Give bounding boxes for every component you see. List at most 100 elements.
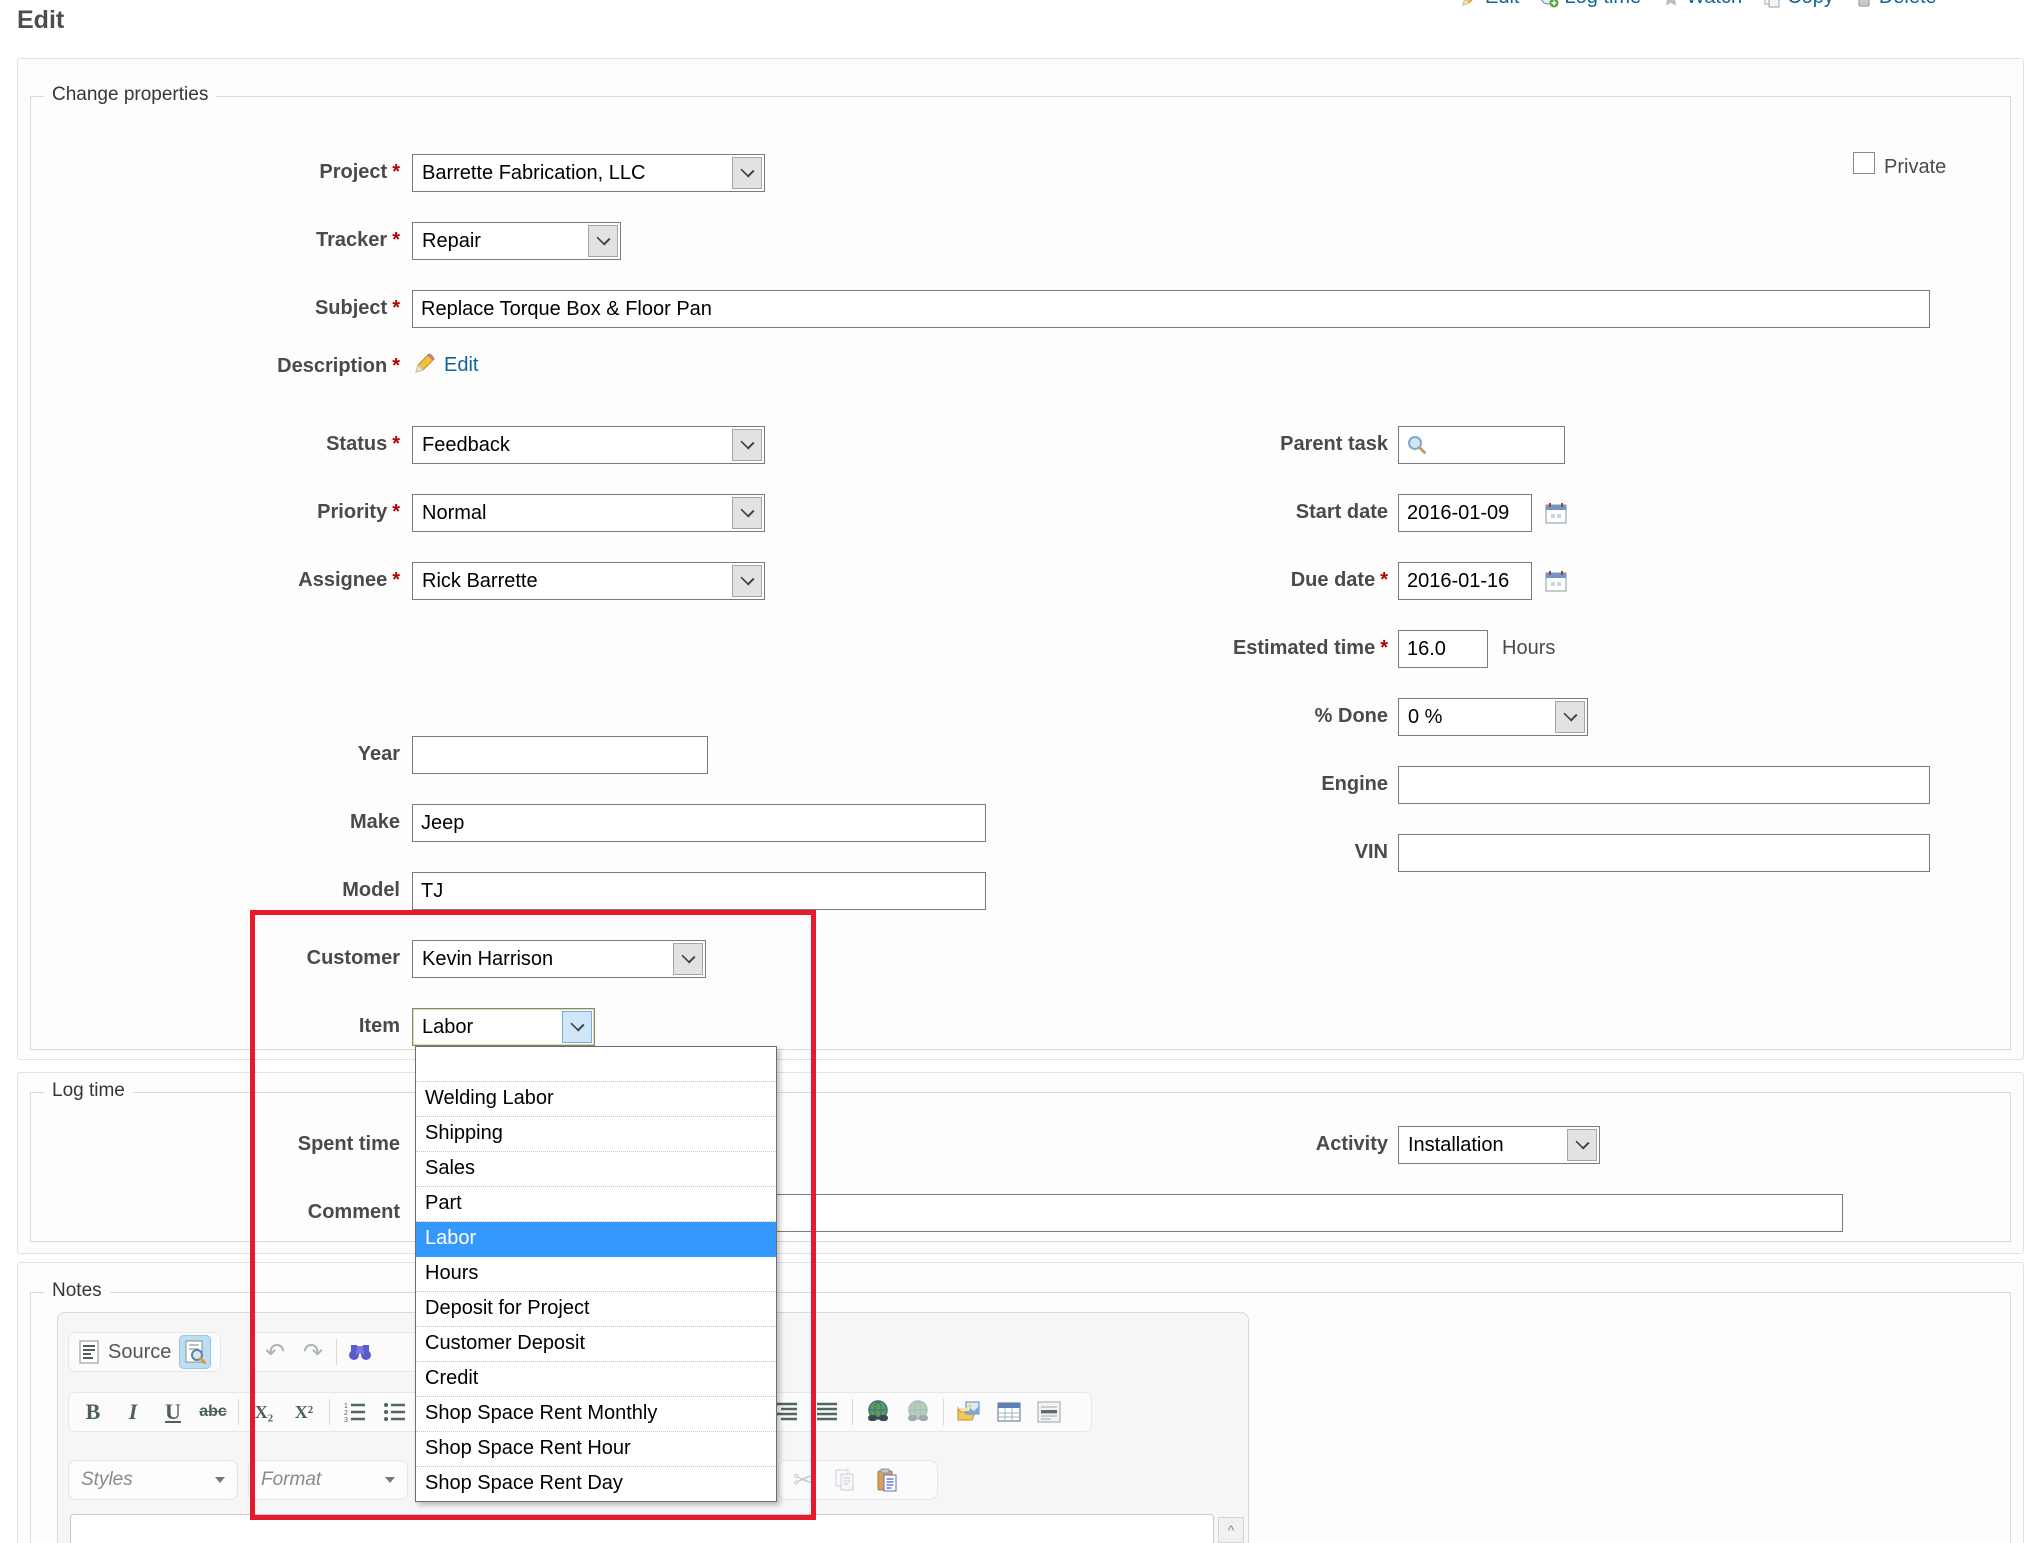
insert-table-button[interactable] — [994, 1396, 1024, 1428]
activity-select-value: Installation — [1399, 1134, 1504, 1157]
make-input[interactable] — [412, 804, 986, 842]
engine-input[interactable] — [1398, 766, 1930, 804]
scroll-up-arrow-icon: ^ — [1228, 1522, 1235, 1538]
copy-link-label: Copy — [1787, 0, 1834, 9]
edit-link-label: Edit — [1485, 0, 1519, 9]
tracker-select-value: Repair — [413, 230, 481, 253]
source-document-icon — [78, 1340, 100, 1364]
assignee-select-value: Rick Barrette — [413, 570, 538, 593]
subject-input[interactable] — [412, 290, 1930, 328]
estimated-time-unit: Hours — [1502, 637, 1555, 660]
percent-done-select[interactable]: 0 % — [1398, 698, 1588, 736]
search-icon — [1406, 434, 1428, 456]
context-toolbar: Edit Log time Watch Copy Delete — [1460, 0, 1937, 9]
activity-select[interactable]: Installation — [1398, 1126, 1600, 1164]
remove-link-button[interactable] — [903, 1396, 933, 1428]
copy-icon — [1762, 0, 1782, 8]
source-button[interactable]: Source — [108, 1341, 171, 1364]
description-label: Description* — [100, 355, 400, 378]
assignee-label: Assignee* — [100, 569, 400, 592]
calendar-icon[interactable] — [1545, 502, 1567, 524]
tracker-select[interactable]: Repair — [412, 222, 621, 260]
edit-link[interactable]: Edit — [1460, 0, 1519, 9]
chevron-down-icon — [732, 429, 762, 461]
project-select[interactable]: Barrette Fabrication, LLC — [412, 154, 765, 192]
chevron-down-icon — [732, 157, 762, 189]
log-time-legend: Log time — [44, 1080, 133, 1102]
triangle-down-icon — [215, 1477, 225, 1483]
preview-button[interactable] — [179, 1335, 211, 1369]
watch-link-label: Watch — [1686, 0, 1742, 9]
chevron-down-icon — [588, 225, 618, 257]
vin-label: VIN — [1088, 841, 1388, 864]
underline-button[interactable]: U — [158, 1396, 188, 1428]
editor-source-group: Source — [68, 1332, 221, 1372]
notes-legend: Notes — [44, 1280, 110, 1302]
insert-image-button[interactable] — [954, 1396, 984, 1428]
activity-label: Activity — [1088, 1133, 1388, 1156]
paste-button[interactable] — [872, 1464, 902, 1496]
link-icon — [865, 1400, 891, 1424]
model-label: Model — [100, 879, 400, 902]
star-icon — [1661, 0, 1681, 8]
toolbar-separator — [852, 1399, 853, 1425]
clock-add-icon — [1539, 0, 1559, 8]
scrollbar-up-button[interactable]: ^ — [1218, 1517, 1244, 1543]
copy-button[interactable] — [830, 1464, 860, 1496]
pencil-icon — [1460, 0, 1480, 8]
strikethrough-button[interactable]: abc — [198, 1396, 228, 1428]
private-checkbox[interactable] — [1853, 152, 1875, 174]
table-icon — [996, 1400, 1022, 1424]
annotation-highlight-rectangle — [250, 910, 816, 1520]
toolbar-separator — [238, 1399, 239, 1425]
image-icon — [956, 1400, 982, 1424]
tracker-label: Tracker* — [100, 229, 400, 252]
justify-block-button[interactable] — [812, 1396, 842, 1428]
italic-button[interactable]: I — [118, 1396, 148, 1428]
insert-link-button[interactable] — [863, 1396, 893, 1428]
parent-task-label: Parent task — [1088, 433, 1388, 456]
percent-done-label: % Done — [1088, 705, 1388, 728]
status-label: Status* — [100, 433, 400, 456]
chevron-down-icon — [732, 565, 762, 597]
copy-link[interactable]: Copy — [1762, 0, 1834, 9]
delete-link[interactable]: Delete — [1854, 0, 1937, 9]
log-time-link[interactable]: Log time — [1539, 0, 1641, 9]
calendar-icon[interactable] — [1545, 570, 1567, 592]
styles-dropdown[interactable]: Styles — [68, 1460, 238, 1500]
assignee-select[interactable]: Rick Barrette — [412, 562, 765, 600]
estimated-time-label: Estimated time* — [1088, 637, 1388, 660]
priority-select-value: Normal — [413, 502, 486, 525]
engine-label: Engine — [1088, 773, 1388, 796]
toolbar-separator — [943, 1399, 944, 1425]
insert-block-button[interactable] — [1034, 1396, 1064, 1428]
chevron-down-icon — [1567, 1129, 1597, 1161]
start-date-input[interactable] — [1398, 494, 1532, 532]
due-date-input[interactable] — [1398, 562, 1532, 600]
status-select-value: Feedback — [413, 434, 510, 457]
bold-button[interactable]: B — [78, 1396, 108, 1428]
project-select-value: Barrette Fabrication, LLC — [413, 162, 645, 185]
description-edit-link[interactable]: Edit — [444, 354, 478, 377]
model-input[interactable] — [412, 872, 986, 910]
priority-select[interactable]: Normal — [412, 494, 765, 532]
unlink-icon — [905, 1400, 931, 1424]
status-select[interactable]: Feedback — [412, 426, 765, 464]
styles-dropdown-label: Styles — [81, 1469, 133, 1491]
preview-icon — [184, 1340, 206, 1364]
year-input[interactable] — [412, 736, 708, 774]
chevron-down-icon — [1555, 701, 1585, 733]
chevron-down-icon — [732, 497, 762, 529]
watch-link[interactable]: Watch — [1661, 0, 1742, 9]
private-label: Private — [1884, 156, 1946, 179]
delete-link-label: Delete — [1879, 0, 1937, 9]
vin-input[interactable] — [1398, 834, 1930, 872]
log-time-link-label: Log time — [1564, 0, 1641, 9]
trash-icon — [1854, 0, 1874, 8]
percent-done-select-value: 0 % — [1399, 706, 1442, 729]
start-date-label: Start date — [1088, 501, 1388, 524]
estimated-time-input[interactable] — [1398, 630, 1488, 668]
justify-block-icon — [815, 1401, 839, 1423]
subject-label: Subject* — [100, 297, 400, 320]
change-properties-legend: Change properties — [44, 84, 216, 106]
